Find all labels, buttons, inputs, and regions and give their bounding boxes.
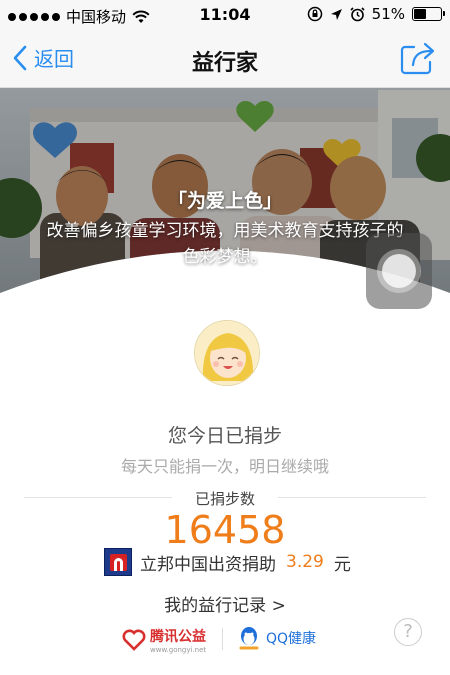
- footer: 腾讯公益 www.gongyi.net QQ健康 ?: [0, 618, 450, 658]
- help-button[interactable]: ?: [394, 618, 422, 646]
- hero-title: 「为爱上色」: [167, 190, 282, 212]
- battery-icon: [412, 7, 445, 21]
- heart-hands-icon: [122, 629, 146, 651]
- footer-divider: [222, 628, 223, 650]
- status-bar: 中国移动 11:04 51%: [0, 0, 450, 30]
- qq-health-label: QQ健康: [266, 631, 317, 647]
- steps-label: 已捐步数: [194, 490, 255, 508]
- tencent-url: www.gongyi.net: [150, 646, 207, 654]
- my-records-link[interactable]: 我的益行记录 >: [0, 591, 450, 616]
- rotation-lock-icon: [307, 6, 322, 22]
- page-title: 益行家: [191, 51, 258, 76]
- donated-status: 您今日已捐步: [167, 425, 282, 447]
- qq-health-logo: QQ健康: [238, 626, 316, 650]
- alarm-icon: [350, 6, 365, 21]
- status-right: 51%: [307, 5, 445, 23]
- battery-fill: [414, 9, 427, 19]
- sponsor-unit: 元: [333, 554, 351, 575]
- sponsor-text: 立邦中国出资捐助: [140, 554, 276, 575]
- share-button[interactable]: [400, 41, 436, 79]
- sponsor-amount: 3.29: [286, 552, 324, 572]
- avatar-image: [195, 321, 259, 385]
- nav-bar: 返回 益行家: [0, 30, 450, 88]
- share-icon: [400, 42, 435, 75]
- battery-percent: 51%: [371, 5, 405, 23]
- page: 中国移动 11:04 51% 返回 益行家 「为爱上色」 改善偏乡孩童学习环境，…: [0, 0, 450, 675]
- sponsor-line: 立邦中国出资捐助 3.29 元: [104, 548, 351, 576]
- avatar: [194, 320, 260, 386]
- hero-description: 改善偏乡孩童学习环境，用美术教育支持孩子的色彩梦想。: [46, 221, 404, 267]
- steps-value: 16458: [164, 508, 286, 552]
- qq-penguin-icon: [239, 627, 259, 650]
- tencent-label: 腾讯公益: [150, 629, 206, 645]
- location-icon: [330, 8, 342, 20]
- assistive-touch-button[interactable]: [366, 233, 432, 309]
- tencent-charity-logo: 腾讯公益 www.gongyi.net: [122, 626, 206, 654]
- daily-hint: 每天只能捐一次，明日继续哦: [120, 457, 329, 476]
- nippon-logo: [104, 548, 132, 576]
- divider-right: [278, 497, 426, 498]
